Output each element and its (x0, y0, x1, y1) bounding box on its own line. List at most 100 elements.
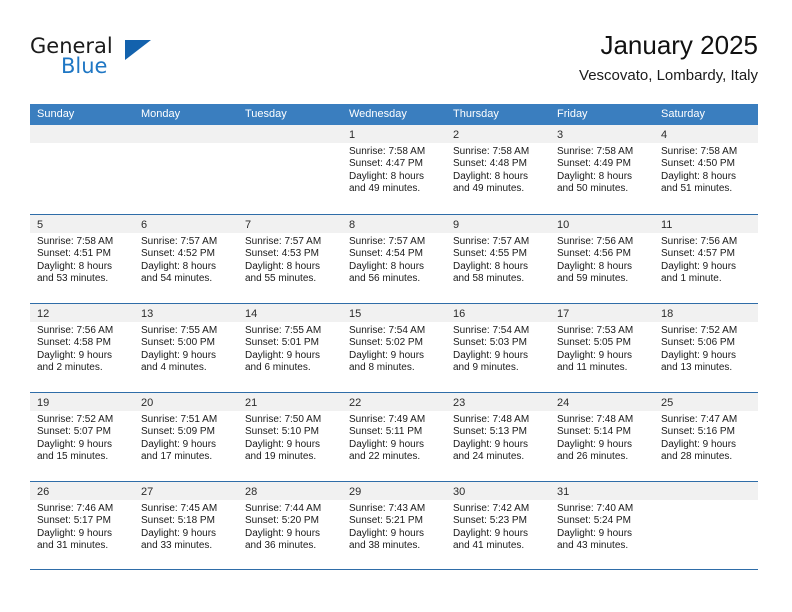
daylight-text-line1: Daylight: 9 hours (349, 527, 425, 539)
day-cell[interactable]: 28 Sunrise: 7:44 AM Sunset: 5:20 PM Dayl… (238, 482, 342, 569)
sunset-text: Sunset: 5:09 PM (141, 426, 215, 438)
day-cell[interactable]: 5 Sunrise: 7:58 AM Sunset: 4:51 PM Dayli… (30, 215, 134, 303)
day-cell[interactable]: 30 Sunrise: 7:42 AM Sunset: 5:23 PM Dayl… (446, 482, 550, 569)
sunrise-text: Sunrise: 7:50 AM (245, 414, 322, 425)
sunset-text: Sunset: 5:18 PM (141, 515, 215, 527)
day-number: 8 (349, 219, 356, 231)
day-cell[interactable]: 15 Sunrise: 7:54 AM Sunset: 5:02 PM Dayl… (342, 304, 446, 392)
daylight-text-line1: Daylight: 9 hours (141, 349, 217, 361)
day-info: Sunrise: 7:52 AM Sunset: 5:06 PM Dayligh… (654, 322, 758, 375)
sunrise-text: Sunrise: 7:53 AM (557, 325, 634, 336)
week-row: 12 Sunrise: 7:56 AM Sunset: 4:58 PM Dayl… (30, 303, 758, 392)
day-cell[interactable]: 26 Sunrise: 7:46 AM Sunset: 5:17 PM Dayl… (30, 482, 134, 569)
day-cell[interactable]: 11 Sunrise: 7:56 AM Sunset: 4:57 PM Dayl… (654, 215, 758, 303)
day-cell[interactable]: 24 Sunrise: 7:48 AM Sunset: 5:14 PM Dayl… (550, 393, 654, 481)
day-number: 16 (453, 308, 466, 320)
sunset-text: Sunset: 5:23 PM (453, 515, 527, 527)
day-number: 10 (557, 219, 570, 231)
day-cell[interactable]: 16 Sunrise: 7:54 AM Sunset: 5:03 PM Dayl… (446, 304, 550, 392)
sunset-text: Sunset: 4:55 PM (453, 248, 527, 260)
day-cell[interactable]: 13 Sunrise: 7:55 AM Sunset: 5:00 PM Dayl… (134, 304, 238, 392)
day-info: Sunrise: 7:57 AM Sunset: 4:52 PM Dayligh… (134, 233, 238, 286)
day-info: Sunrise: 7:48 AM Sunset: 5:13 PM Dayligh… (446, 411, 550, 464)
day-cell[interactable]: 3 Sunrise: 7:58 AM Sunset: 4:49 PM Dayli… (550, 125, 654, 214)
day-cell[interactable]: 4 Sunrise: 7:58 AM Sunset: 4:50 PM Dayli… (654, 125, 758, 214)
daylight-text-line2: and 28 minutes. (661, 451, 733, 463)
day-cell[interactable]: 9 Sunrise: 7:57 AM Sunset: 4:55 PM Dayli… (446, 215, 550, 303)
sunrise-text: Sunrise: 7:58 AM (557, 146, 634, 157)
day-info: Sunrise: 7:46 AM Sunset: 5:17 PM Dayligh… (30, 500, 134, 553)
day-number: 3 (557, 129, 564, 141)
weekday-header-wednesday: Wednesday (349, 108, 407, 120)
sunset-text: Sunset: 4:51 PM (37, 248, 111, 260)
day-cell[interactable] (238, 125, 342, 214)
daylight-text-line2: and 22 minutes. (349, 451, 421, 463)
day-cell[interactable]: 2 Sunrise: 7:58 AM Sunset: 4:48 PM Dayli… (446, 125, 550, 214)
day-cell[interactable]: 23 Sunrise: 7:48 AM Sunset: 5:13 PM Dayl… (446, 393, 550, 481)
sunrise-text: Sunrise: 7:45 AM (141, 503, 218, 514)
day-cell[interactable]: 21 Sunrise: 7:50 AM Sunset: 5:10 PM Dayl… (238, 393, 342, 481)
sunset-text: Sunset: 5:20 PM (245, 515, 319, 527)
week-row: 5 Sunrise: 7:58 AM Sunset: 4:51 PM Dayli… (30, 214, 758, 303)
sunset-text: Sunset: 5:06 PM (661, 337, 735, 349)
daylight-text-line2: and 17 minutes. (141, 451, 213, 463)
sunrise-text: Sunrise: 7:54 AM (349, 325, 426, 336)
weekday-header-sunday: Sunday (37, 108, 75, 120)
daylight-text-line2: and 2 minutes. (37, 362, 103, 374)
daylight-text-line1: Daylight: 8 hours (453, 170, 529, 182)
sunset-text: Sunset: 4:57 PM (661, 248, 735, 260)
sunrise-text: Sunrise: 7:56 AM (661, 236, 738, 247)
day-cell[interactable]: 12 Sunrise: 7:56 AM Sunset: 4:58 PM Dayl… (30, 304, 134, 392)
sunset-text: Sunset: 4:58 PM (37, 337, 111, 349)
day-number-band (134, 125, 238, 143)
daylight-text-line2: and 4 minutes. (141, 362, 207, 374)
day-number: 18 (661, 308, 674, 320)
day-cell[interactable]: 29 Sunrise: 7:43 AM Sunset: 5:21 PM Dayl… (342, 482, 446, 569)
day-cell[interactable]: 6 Sunrise: 7:57 AM Sunset: 4:52 PM Dayli… (134, 215, 238, 303)
day-info: Sunrise: 7:42 AM Sunset: 5:23 PM Dayligh… (446, 500, 550, 553)
day-info: Sunrise: 7:57 AM Sunset: 4:55 PM Dayligh… (446, 233, 550, 286)
day-cell[interactable]: 10 Sunrise: 7:56 AM Sunset: 4:56 PM Dayl… (550, 215, 654, 303)
daylight-text-line1: Daylight: 8 hours (557, 260, 633, 272)
day-info: Sunrise: 7:55 AM Sunset: 5:00 PM Dayligh… (134, 322, 238, 375)
day-cell[interactable] (134, 125, 238, 214)
sunset-text: Sunset: 4:54 PM (349, 248, 423, 260)
day-cell[interactable]: 17 Sunrise: 7:53 AM Sunset: 5:05 PM Dayl… (550, 304, 654, 392)
day-cell[interactable]: 1 Sunrise: 7:58 AM Sunset: 4:47 PM Dayli… (342, 125, 446, 214)
day-cell[interactable]: 25 Sunrise: 7:47 AM Sunset: 5:16 PM Dayl… (654, 393, 758, 481)
daylight-text-line1: Daylight: 8 hours (453, 260, 529, 272)
day-cell[interactable]: 7 Sunrise: 7:57 AM Sunset: 4:53 PM Dayli… (238, 215, 342, 303)
sunrise-text: Sunrise: 7:57 AM (245, 236, 322, 247)
daylight-text-line1: Daylight: 8 hours (141, 260, 217, 272)
day-number: 22 (349, 397, 362, 409)
day-number-band: 3 (550, 125, 654, 143)
page-title: January 2025 (600, 30, 758, 60)
day-cell[interactable] (30, 125, 134, 214)
day-info: Sunrise: 7:51 AM Sunset: 5:09 PM Dayligh… (134, 411, 238, 464)
sunrise-text: Sunrise: 7:58 AM (661, 146, 738, 157)
day-info: Sunrise: 7:47 AM Sunset: 5:16 PM Dayligh… (654, 411, 758, 464)
daylight-text-line2: and 41 minutes. (453, 540, 525, 552)
sunset-text: Sunset: 5:24 PM (557, 515, 631, 527)
sunrise-text: Sunrise: 7:52 AM (37, 414, 114, 425)
day-cell[interactable]: 8 Sunrise: 7:57 AM Sunset: 4:54 PM Dayli… (342, 215, 446, 303)
day-cell[interactable] (654, 482, 758, 569)
daylight-text-line2: and 59 minutes. (557, 273, 629, 285)
daylight-text-line2: and 58 minutes. (453, 273, 525, 285)
daylight-text-line1: Daylight: 9 hours (245, 349, 321, 361)
day-number: 5 (37, 219, 44, 231)
general-blue-logo[interactable]: General Blue (30, 34, 151, 86)
day-number: 15 (349, 308, 362, 320)
day-cell[interactable]: 18 Sunrise: 7:52 AM Sunset: 5:06 PM Dayl… (654, 304, 758, 392)
day-cell[interactable]: 20 Sunrise: 7:51 AM Sunset: 5:09 PM Dayl… (134, 393, 238, 481)
sunset-text: Sunset: 4:53 PM (245, 248, 319, 260)
day-cell[interactable]: 19 Sunrise: 7:52 AM Sunset: 5:07 PM Dayl… (30, 393, 134, 481)
logo-text-blue: Blue (61, 54, 108, 78)
day-cell[interactable]: 22 Sunrise: 7:49 AM Sunset: 5:11 PM Dayl… (342, 393, 446, 481)
day-number: 23 (453, 397, 466, 409)
day-cell[interactable]: 27 Sunrise: 7:45 AM Sunset: 5:18 PM Dayl… (134, 482, 238, 569)
day-info: Sunrise: 7:52 AM Sunset: 5:07 PM Dayligh… (30, 411, 134, 464)
day-cell[interactable]: 14 Sunrise: 7:55 AM Sunset: 5:01 PM Dayl… (238, 304, 342, 392)
day-cell[interactable]: 31 Sunrise: 7:40 AM Sunset: 5:24 PM Dayl… (550, 482, 654, 569)
week-row: 19 Sunrise: 7:52 AM Sunset: 5:07 PM Dayl… (30, 392, 758, 481)
